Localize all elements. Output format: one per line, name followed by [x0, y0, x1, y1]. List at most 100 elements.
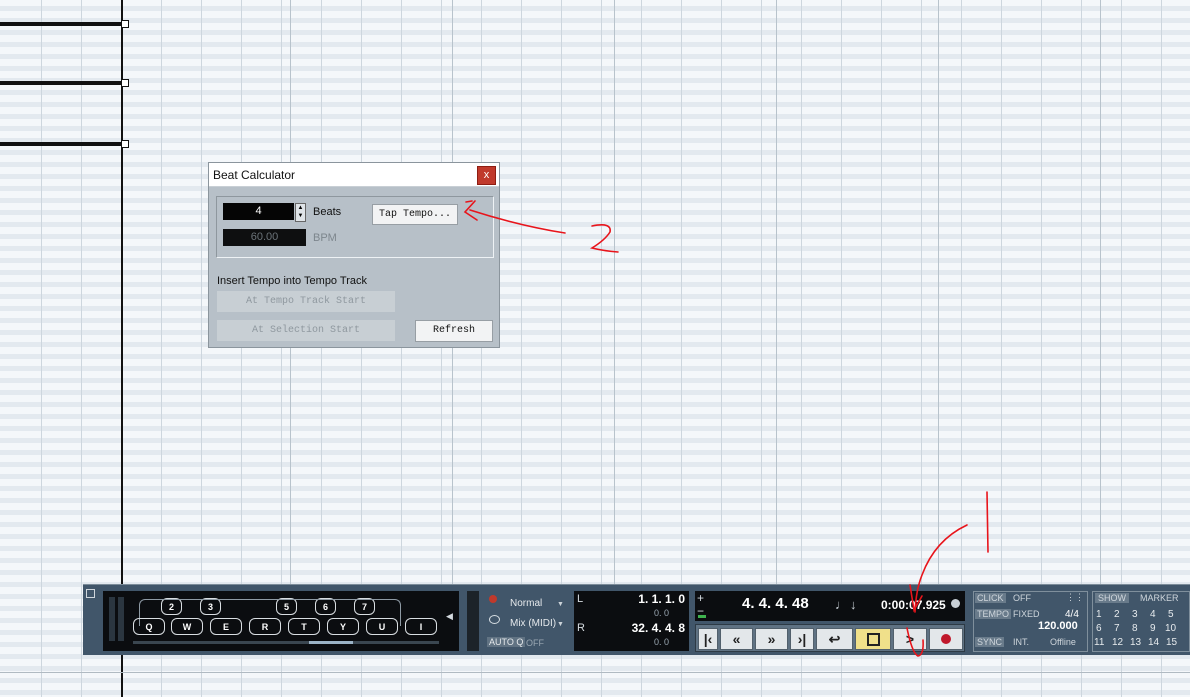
position-bars[interactable]: 4. 4. 4. 48	[742, 595, 809, 612]
octave-indicator	[309, 641, 353, 644]
track-divider[interactable]	[0, 79, 129, 87]
octave-bar[interactable]	[133, 641, 439, 644]
at-selection-start-button[interactable]: At Selection Start	[217, 320, 395, 341]
cycle-icon: ↩	[828, 631, 841, 647]
metronome-icon: ↓	[850, 597, 857, 612]
marker-6[interactable]: 6	[1096, 623, 1102, 634]
grid-line	[1100, 0, 1101, 585]
stop-icon	[866, 633, 880, 646]
beats-spinner[interactable]: ▲ ▼	[295, 203, 306, 222]
time-signature[interactable]: 4/4	[1065, 609, 1079, 620]
beat-calculator-window: Beat Calculator x 4 ▲ ▼ Beats Tap Tempo..…	[208, 162, 500, 348]
insert-heading: Insert Tempo into Tempo Track	[217, 275, 367, 287]
key-t[interactable]: T	[288, 618, 320, 635]
track-divider[interactable]	[0, 140, 129, 148]
down-arrow-icon[interactable]: ▼	[296, 212, 305, 220]
click-label[interactable]: CLICK	[975, 593, 1006, 603]
refresh-button[interactable]: Refresh	[415, 320, 493, 342]
auto-q-value[interactable]: OFF	[526, 638, 544, 648]
forward-button[interactable]: »	[755, 628, 788, 650]
marker-15[interactable]: 15	[1166, 637, 1177, 648]
grid-line	[938, 0, 939, 585]
track-divider[interactable]	[0, 20, 129, 28]
click-settings-icon[interactable]: ⋮⋮	[1066, 592, 1084, 603]
record-mode-icon	[489, 595, 497, 603]
bpm-field[interactable]: 60.00	[223, 229, 306, 246]
marker-4[interactable]: 4	[1150, 609, 1156, 620]
up-arrow-icon[interactable]: ▲	[296, 204, 305, 212]
bpm-label: BPM	[313, 232, 337, 244]
tap-tempo-button[interactable]: Tap Tempo...	[372, 204, 458, 225]
left-locator[interactable]: 1. 1. 1. 0	[638, 592, 685, 606]
position-display: + − 4. 4. 4. 48 ♩ ↓ 0:00:07.925	[695, 591, 965, 621]
marker-14[interactable]: 14	[1148, 637, 1159, 648]
marker-2[interactable]: 2	[1114, 609, 1120, 620]
left-locator-letter: L	[577, 593, 584, 605]
beats-label: Beats	[313, 206, 342, 218]
tempo-mode[interactable]: FIXED	[1013, 609, 1040, 619]
right-locator-letter: R	[577, 622, 585, 634]
play-button[interactable]: >	[893, 628, 927, 650]
scroll-left-icon[interactable]: ◀	[446, 611, 453, 622]
grid-line	[776, 0, 777, 585]
right-offset[interactable]: 0. 0	[654, 637, 669, 647]
clock-icon[interactable]	[951, 599, 960, 608]
click-value[interactable]: OFF	[1013, 593, 1031, 603]
cycle-mode[interactable]: Mix (MIDI)	[510, 618, 556, 629]
tempo-value[interactable]: 120.000	[1038, 620, 1078, 632]
key-y[interactable]: Y	[327, 618, 359, 635]
cycle-button[interactable]: ↩	[816, 628, 853, 650]
record-mode[interactable]: Normal	[510, 598, 542, 609]
auto-q-label[interactable]: AUTO Q	[487, 637, 526, 647]
key-e[interactable]: E	[210, 618, 242, 635]
beats-field[interactable]: 4	[223, 203, 294, 220]
transport-panel: 2 3 5 6 7 Q W E R T Y U I ◀ Normal ▼ Mix…	[83, 584, 1190, 655]
marker-3[interactable]: 3	[1132, 609, 1138, 620]
marker-13[interactable]: 13	[1130, 637, 1141, 648]
cycle-mode-icon	[489, 615, 500, 624]
close-button[interactable]: x	[477, 166, 496, 185]
progress-indicator	[698, 615, 706, 618]
left-offset[interactable]: 0. 0	[654, 608, 669, 618]
chevron-down-icon[interactable]: ▼	[557, 601, 564, 608]
show-markers-button[interactable]: SHOW	[1095, 593, 1129, 603]
record-icon	[941, 634, 951, 644]
title-bar[interactable]: Beat Calculator x	[209, 163, 499, 187]
key-w[interactable]: W	[171, 618, 203, 635]
position-time[interactable]: 0:00:07.925	[881, 598, 946, 612]
at-tempo-track-start-button[interactable]: At Tempo Track Start	[217, 291, 395, 312]
key-u[interactable]: U	[366, 618, 398, 635]
sync-mode[interactable]: INT.	[1013, 637, 1029, 647]
note-icon: ♩	[835, 597, 848, 612]
rewind-button[interactable]: «	[720, 628, 753, 650]
play-icon: >	[905, 631, 915, 647]
marker-12[interactable]: 12	[1112, 637, 1123, 648]
key-q[interactable]: Q	[133, 618, 165, 635]
plus-icon[interactable]: +	[697, 591, 704, 605]
tempo-label[interactable]: TEMPO	[975, 609, 1012, 619]
record-button[interactable]	[929, 628, 963, 650]
level-meter	[109, 597, 115, 641]
goto-start-icon: |‹	[703, 631, 713, 647]
sync-label[interactable]: SYNC	[975, 637, 1005, 647]
stop-button[interactable]	[855, 628, 891, 650]
window-title: Beat Calculator	[213, 168, 296, 182]
marker-1[interactable]: 1	[1096, 609, 1102, 620]
marker-7[interactable]: 7	[1114, 623, 1120, 634]
marker-5[interactable]: 5	[1168, 609, 1174, 620]
marker-10[interactable]: 10	[1165, 623, 1176, 634]
marker-11[interactable]: 11	[1094, 637, 1104, 648]
locator-display: L 1. 1. 1. 0 0. 0 R 32. 4. 4. 8 0. 0	[574, 591, 689, 651]
forward-icon: »	[767, 631, 776, 647]
key-i[interactable]: I	[405, 618, 437, 635]
chevron-down-icon[interactable]: ▼	[557, 621, 564, 628]
key-r[interactable]: R	[249, 618, 281, 635]
marker-9[interactable]: 9	[1150, 623, 1156, 634]
window-icon[interactable]	[86, 589, 95, 598]
divider	[0, 672, 1190, 673]
goto-start-button[interactable]: |‹	[698, 628, 718, 650]
marker-8[interactable]: 8	[1132, 623, 1138, 634]
virtual-keyboard: 2 3 5 6 7 Q W E R T Y U I ◀	[103, 591, 459, 651]
right-locator[interactable]: 32. 4. 4. 8	[632, 621, 685, 635]
goto-end-button[interactable]: ›|	[790, 628, 814, 650]
